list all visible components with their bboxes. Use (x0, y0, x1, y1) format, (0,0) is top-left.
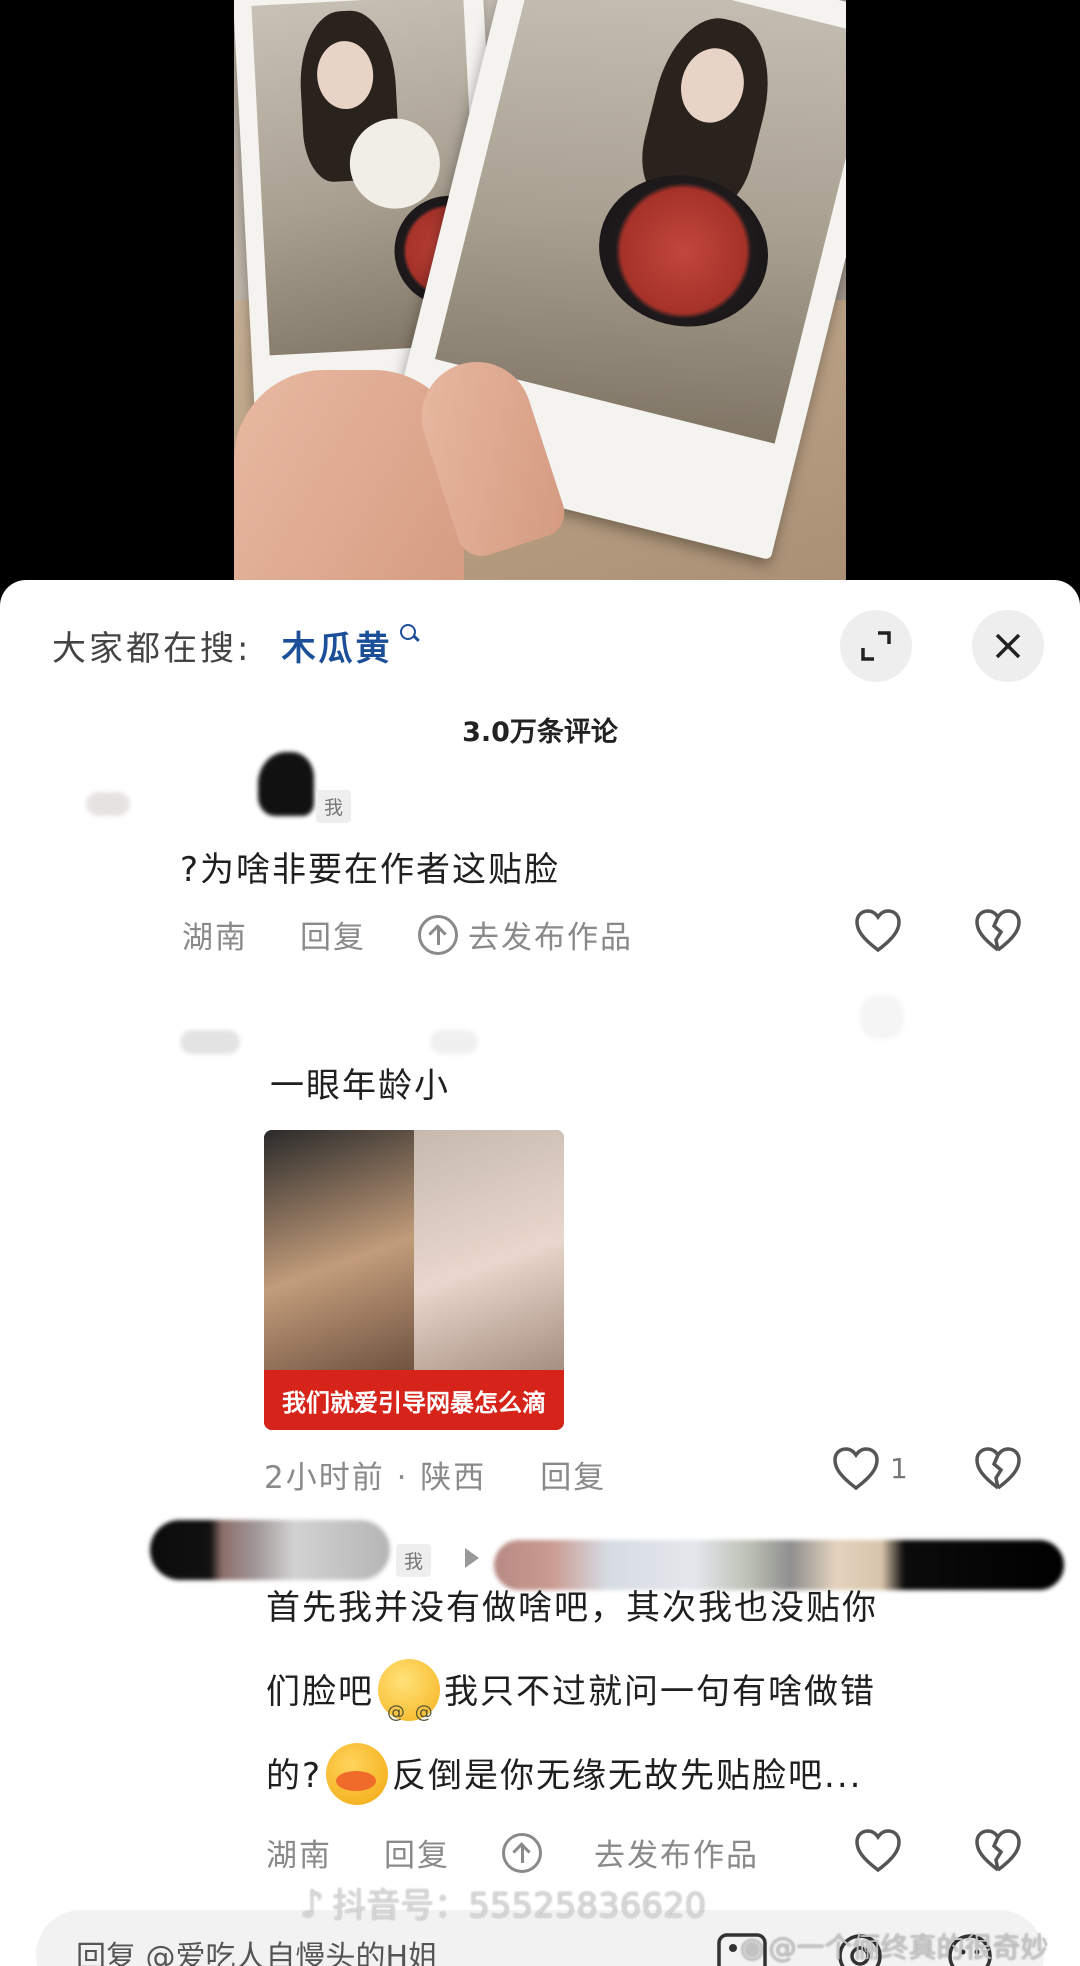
upload-icon (502, 1832, 542, 1873)
trending-search-term[interactable]: 木瓜黄 (281, 621, 392, 670)
reply-avatar-redacted[interactable] (180, 1030, 240, 1054)
reply-input-placeholder: 回复 @爱吃人自慢头的H姐 (76, 1940, 439, 1966)
like-count: 1 (890, 1452, 908, 1485)
search-icon (398, 622, 420, 644)
my-reply-line-2b: 我只不过就问一句有啥做错 (444, 1672, 876, 1712)
douyin-watermark: ♪ 抖音号：55525836620 (300, 1878, 706, 1927)
video-player[interactable] (0, 0, 1080, 600)
heart-icon[interactable] (854, 908, 902, 954)
trending-search[interactable]: 大家都在搜: 木瓜黄 (52, 620, 420, 670)
weibo-handle: @一个俪终真的很奇妙 (768, 1931, 1049, 1964)
comment-meta: 湖南 回复 去发布作品 (182, 912, 685, 957)
reply-button[interactable]: 回复 (540, 1452, 606, 1497)
comment-image[interactable]: 我们就爱引导网暴怎么滴 (264, 1130, 564, 1430)
comment-image-caption: 我们就爱引导网暴怎么滴 (264, 1370, 564, 1430)
close-icon (995, 633, 1021, 659)
trending-search-prefix: 大家都在搜: (52, 628, 252, 669)
avatar-redacted[interactable] (86, 792, 130, 816)
my-reply-location: 湖南 (266, 1838, 332, 1874)
reply-time-location: 2小时前 · 陕西 (264, 1460, 487, 1496)
upload-icon (418, 914, 458, 955)
weibo-logo-icon: ◉ (740, 1931, 765, 1964)
heart-icon[interactable] (832, 1446, 880, 1492)
comment-sheet: 大家都在搜: 木瓜黄 3.0万条评论 我 ?为啥非要在作者这贴脸 湖南 回复 去… (0, 580, 1080, 1966)
douyin-id: 抖音号：55525836620 (332, 1886, 707, 1926)
my-reply-line-2: 们脸吧 我只不过就问一句有啥做错 (266, 1650, 1046, 1755)
video-frame (234, 0, 846, 600)
my-reply-line-3a: 的? (266, 1756, 323, 1796)
close-button[interactable] (972, 610, 1044, 682)
my-reply-line-1: 首先我并没有做啥吧，其次我也没贴你 (266, 1588, 878, 1628)
comment-text[interactable]: ?为啥非要在作者这贴脸 (180, 828, 560, 912)
duck-emoji-icon (326, 1742, 389, 1805)
expand-icon (861, 631, 891, 661)
author-me-tag: 我 (316, 790, 352, 823)
reply-button[interactable]: 回复 (384, 1830, 450, 1875)
comment-image-right (414, 1130, 564, 1370)
comment-image-left (264, 1130, 414, 1370)
expand-button[interactable] (840, 610, 912, 682)
my-reply-line-3b: 反倒是你无缘无故先贴脸吧... (392, 1756, 863, 1796)
heart-icon[interactable] (854, 1828, 902, 1874)
broken-heart-icon[interactable] (974, 908, 1022, 954)
reply-text[interactable]: 一眼年龄小 (270, 1044, 450, 1128)
reply-target-redacted[interactable] (860, 995, 904, 1039)
post-works-link[interactable]: 去发布作品 (418, 912, 633, 957)
my-reply-meta: 湖南 回复 去发布作品 (266, 1830, 811, 1875)
username-redacted[interactable] (258, 752, 314, 816)
broken-heart-icon[interactable] (974, 1828, 1022, 1874)
weibo-watermark: ◉ @一个俪终真的很奇妙 (740, 1926, 1048, 1966)
reply-meta: 2小时前 · 陕西 回复 (264, 1452, 658, 1497)
post-works-label: 去发布作品 (468, 920, 633, 956)
reply-button[interactable]: 回复 (300, 912, 366, 957)
douyin-logo-icon: ♪ (300, 1882, 325, 1926)
comment-count: 3.0万条评论 (462, 717, 618, 748)
post-works-link[interactable]: 去发布作品 (502, 1830, 759, 1875)
my-reply-text[interactable]: 首先我并没有做啥吧，其次我也没贴你 们脸吧 我只不过就问一句有啥做错 的? 反倒是你… (266, 1566, 1046, 1818)
broken-heart-icon[interactable] (974, 1446, 1022, 1492)
comment-location: 湖南 (182, 920, 248, 956)
my-reply-line-3: 的? 反倒是你无缘无故先贴脸吧... (266, 1734, 1046, 1818)
my-reply-line-2a: 们脸吧 (266, 1672, 374, 1712)
dizzy-emoji-icon (378, 1658, 440, 1755)
post-works-label: 去发布作品 (594, 1838, 759, 1874)
